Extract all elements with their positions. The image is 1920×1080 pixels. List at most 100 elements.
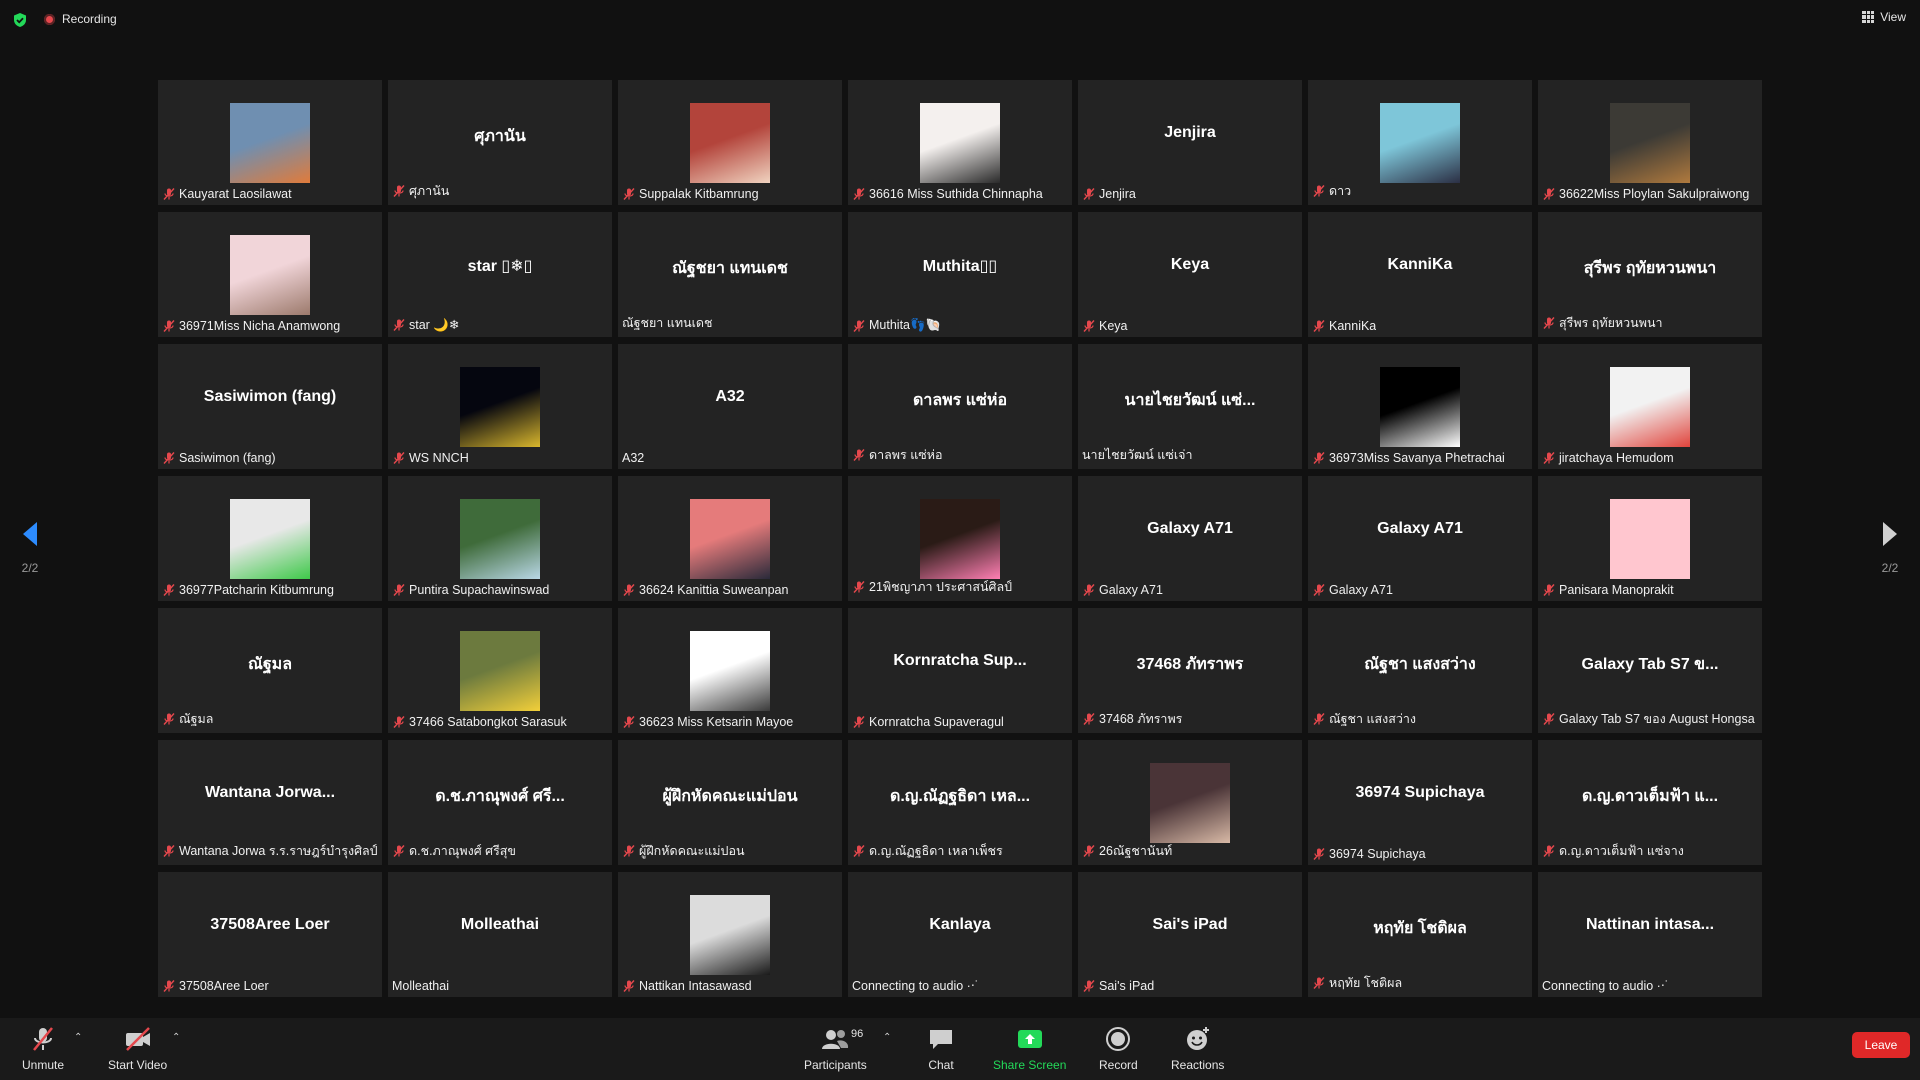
muted-mic-icon bbox=[1083, 584, 1095, 596]
muted-mic-icon bbox=[1313, 977, 1325, 989]
video-options-caret[interactable]: ⌃ bbox=[172, 1032, 180, 1043]
participant-tile[interactable]: 36623 Miss Ketsarin Mayoe bbox=[618, 608, 842, 733]
participants-options-caret[interactable]: ⌃ bbox=[883, 1032, 891, 1043]
participant-tile[interactable]: ศุภานัน ศุภานัน bbox=[388, 80, 612, 205]
participant-tile[interactable]: Nattinan intasa... Connecting to audio ·‧… bbox=[1538, 872, 1762, 997]
participant-tile[interactable]: ณัฐมล ณัฐมล bbox=[158, 608, 382, 733]
recording-indicator[interactable]: Recording bbox=[44, 12, 117, 26]
participant-display-name: ดาลพร แซ่ห่อ bbox=[912, 392, 1008, 409]
muted-mic-icon bbox=[393, 584, 405, 596]
participant-tile[interactable]: WS NNCH bbox=[388, 344, 612, 469]
participant-tile[interactable]: ณัฐชา แสงสว่าง ณัฐชา แสงสว่าง bbox=[1308, 608, 1532, 733]
participant-tile[interactable]: Sasiwimon (fang) Sasiwimon (fang) bbox=[158, 344, 382, 469]
muted-mic-icon bbox=[163, 320, 175, 332]
participant-tile[interactable]: 37466 Satabongkot Sarasuk bbox=[388, 608, 612, 733]
participant-tile[interactable]: star ▯❄▯ star 🌙❄ bbox=[388, 212, 612, 337]
participant-tile[interactable]: ผู้ฝึกหัดคณะแม่ปอน ผู้ฝึกหัดคณะแม่ปอน bbox=[618, 740, 842, 865]
participant-tile[interactable]: Molleathai Molleathai bbox=[388, 872, 612, 997]
participant-name-label: ด.ญ.ณัฏฐธิดา เหลาเพ็ชร bbox=[852, 841, 1003, 861]
participant-name-label: Molleathai bbox=[392, 979, 449, 993]
participant-tile[interactable]: Kauyarat Laosilawat bbox=[158, 80, 382, 205]
muted-mic-icon bbox=[1083, 713, 1095, 725]
participant-name: Sai's iPad bbox=[1099, 979, 1155, 993]
participant-name: 37468 ภัทราพร bbox=[1099, 712, 1183, 726]
participant-tile[interactable]: หฤทัย โชติผล หฤทัย โชติผล bbox=[1308, 872, 1532, 997]
participant-name-label: 36624 Kanittia Suweanpan bbox=[622, 583, 788, 597]
participant-tile[interactable]: jiratchaya Hemudom bbox=[1538, 344, 1762, 469]
participant-avatar bbox=[460, 367, 540, 447]
participant-tile[interactable]: Kornratcha Sup... Kornratcha Supaveragul bbox=[848, 608, 1072, 733]
participant-tile[interactable]: Panisara Manoprakit bbox=[1538, 476, 1762, 601]
participant-tile[interactable]: 36977Patcharin Kitbumrung bbox=[158, 476, 382, 601]
participant-tile[interactable]: 37508Aree Loer 37508Aree Loer bbox=[158, 872, 382, 997]
participant-display-name: KanniKa bbox=[1387, 256, 1453, 273]
shield-icon[interactable] bbox=[12, 12, 28, 28]
participant-tile[interactable]: 21พิชญาภา ประศาสน์ศิลป์ bbox=[848, 476, 1072, 601]
participant-tile[interactable]: ณัฐชยา แทนเดช ณัฐชยา แทนเดช bbox=[618, 212, 842, 337]
participant-display-name: A32 bbox=[715, 388, 745, 405]
participant-tile[interactable]: ดาว bbox=[1308, 80, 1532, 205]
participant-name-label: 36973Miss Savanya Phetrachai bbox=[1312, 451, 1505, 465]
participant-name-label: Connecting to audio ·‧˙ bbox=[1542, 978, 1669, 993]
participant-tile[interactable]: 36616 Miss Suthida Chinnapha bbox=[848, 80, 1072, 205]
participant-tile[interactable]: Nattikan Intasawasd bbox=[618, 872, 842, 997]
participant-tile[interactable]: Wantana Jorwa... Wantana Jorwa ร.ร.ราษฎร์… bbox=[158, 740, 382, 865]
participant-tile[interactable]: ด.ญ.ดาวเต็มฟ้า แ... ด.ญ.ดาวเต็มฟ้า แซ่จาง bbox=[1538, 740, 1762, 865]
participant-display-name: ด.ช.ภาณุพงศ์ ศรี... bbox=[435, 788, 565, 805]
participant-avatar bbox=[690, 499, 770, 579]
share-screen-button[interactable]: Share Screen bbox=[993, 1024, 1066, 1072]
participant-tile[interactable]: KanniKa KanniKa bbox=[1308, 212, 1532, 337]
participant-tile[interactable]: Sai's iPad Sai's iPad bbox=[1078, 872, 1302, 997]
participant-tile[interactable]: ดาลพร แซ่ห่อ ดาลพร แซ่ห่อ bbox=[848, 344, 1072, 469]
participant-tile[interactable]: นายไชยวัฒน์ แซ่... นายไชยวัฒน์ แซ่เจ่า bbox=[1078, 344, 1302, 469]
participant-tile[interactable]: 36974 Supichaya 36974 Supichaya bbox=[1308, 740, 1532, 865]
participant-tile[interactable]: Jenjira Jenjira bbox=[1078, 80, 1302, 205]
participant-tile[interactable]: 37468 ภัทราพร 37468 ภัทราพร bbox=[1078, 608, 1302, 733]
muted-mic-icon bbox=[393, 716, 405, 728]
participant-name: Muthita👣🐚 bbox=[869, 318, 942, 332]
previous-page-button[interactable]: 2/2 bbox=[10, 520, 50, 575]
participant-name: 36971Miss Nicha Anamwong bbox=[179, 319, 341, 333]
participant-name-label: ณัฐชยา แทนเดช bbox=[622, 313, 713, 333]
participant-display-name: Nattinan intasa... bbox=[1585, 916, 1715, 933]
participant-name-label: Puntira Supachawinswad bbox=[392, 583, 549, 597]
participant-tile[interactable]: Galaxy A71 Galaxy A71 bbox=[1308, 476, 1532, 601]
participant-tile[interactable]: Keya Keya bbox=[1078, 212, 1302, 337]
participant-display-name: Keya bbox=[1170, 256, 1210, 273]
muted-mic-icon bbox=[1083, 188, 1095, 200]
participant-tile[interactable]: สุรีพร ฤทัยหวนพนา สุรีพร ฤทัยหวนพนา bbox=[1538, 212, 1762, 337]
muted-mic-icon bbox=[623, 716, 635, 728]
participant-tile[interactable]: 36971Miss Nicha Anamwong bbox=[158, 212, 382, 337]
participants-count: 96 bbox=[851, 1028, 864, 1040]
participant-avatar bbox=[230, 499, 310, 579]
reactions-button[interactable]: Reactions bbox=[1171, 1024, 1224, 1072]
audio-options-caret[interactable]: ⌃ bbox=[74, 1032, 82, 1043]
start-video-button[interactable]: Start Video bbox=[108, 1024, 167, 1072]
participant-tile[interactable]: 26ณัฐชานันท์ bbox=[1078, 740, 1302, 865]
participant-avatar bbox=[690, 631, 770, 711]
participant-tile[interactable]: 36622Miss Ploylan Sakulpraiwong bbox=[1538, 80, 1762, 205]
participant-tile[interactable]: Suppalak Kitbamrung bbox=[618, 80, 842, 205]
participant-name: Kauyarat Laosilawat bbox=[179, 187, 292, 201]
participant-tile[interactable]: ด.ญ.ณัฏฐธิดา เหล... ด.ญ.ณัฏฐธิดา เหลาเพ็ช… bbox=[848, 740, 1072, 865]
unmute-button[interactable]: Unmute bbox=[22, 1024, 64, 1072]
participant-name: 36974 Supichaya bbox=[1329, 847, 1426, 861]
chat-button[interactable]: Chat bbox=[926, 1024, 956, 1072]
participant-display-name: Muthita▯▯ bbox=[922, 258, 998, 275]
leave-button[interactable]: Leave bbox=[1852, 1032, 1910, 1058]
record-button[interactable]: Record bbox=[1099, 1024, 1138, 1072]
participant-tile[interactable]: Galaxy A71 Galaxy A71 bbox=[1078, 476, 1302, 601]
muted-mic-icon bbox=[1543, 713, 1555, 725]
participant-tile[interactable]: Kanlaya Connecting to audio ·‧˙ bbox=[848, 872, 1072, 997]
participant-name: Connecting to audio ·‧˙ bbox=[852, 979, 979, 993]
participant-tile[interactable]: 36973Miss Savanya Phetrachai bbox=[1308, 344, 1532, 469]
next-page-button[interactable]: 2/2 bbox=[1870, 520, 1910, 575]
participant-tile[interactable]: Galaxy Tab S7 ข... Galaxy Tab S7 ของ Augu… bbox=[1538, 608, 1762, 733]
participant-tile[interactable]: Puntira Supachawinswad bbox=[388, 476, 612, 601]
participant-tile[interactable]: 36624 Kanittia Suweanpan bbox=[618, 476, 842, 601]
participant-name: 21พิชญาภา ประศาสน์ศิลป์ bbox=[869, 580, 1013, 594]
participant-tile[interactable]: Muthita▯▯ Muthita👣🐚 bbox=[848, 212, 1072, 337]
participant-tile[interactable]: ด.ช.ภาณุพงศ์ ศรี... ด.ช.ภาณุพงศ์ ศรีสุข bbox=[388, 740, 612, 865]
participant-tile[interactable]: A32 A32 bbox=[618, 344, 842, 469]
view-button[interactable]: View bbox=[1862, 10, 1906, 24]
